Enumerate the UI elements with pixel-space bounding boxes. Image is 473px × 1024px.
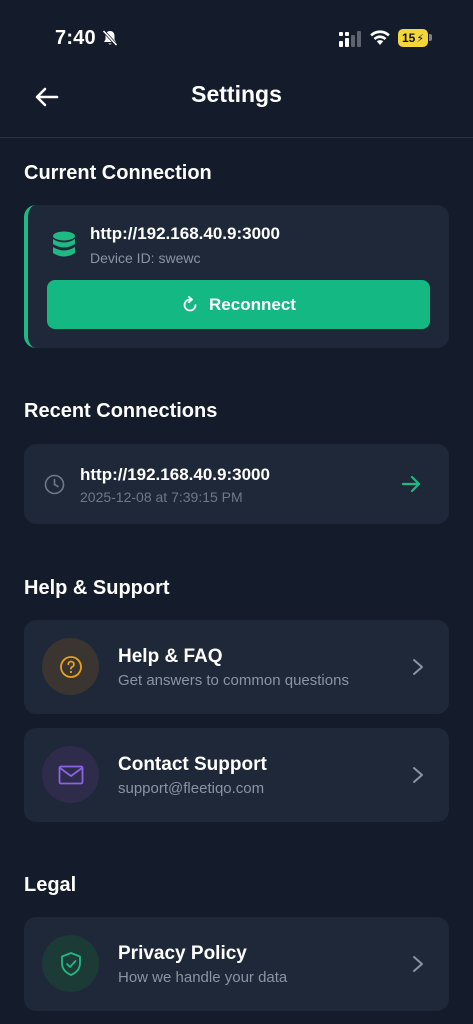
- status-time: 7:40: [55, 27, 96, 49]
- connection-url: http://192.168.40.9:3000: [90, 224, 280, 243]
- chevron-right-icon: [413, 956, 423, 972]
- shield-check-icon: [60, 951, 81, 976]
- question-icon: [59, 655, 82, 678]
- help-icon-circle: [42, 638, 99, 695]
- section-title-legal: Legal: [24, 874, 77, 896]
- page-title: Settings: [191, 81, 282, 107]
- section-title-current-connection: Current Connection: [24, 162, 212, 184]
- recent-connection-url: http://192.168.40.9:3000: [80, 465, 270, 484]
- charging-bolt-icon: ⚡: [416, 32, 425, 45]
- section-title-help-support: Help & Support: [24, 577, 170, 599]
- battery-level: 15: [401, 31, 416, 45]
- section-title-recent-connections: Recent Connections: [24, 400, 218, 422]
- bell-muted-icon: [102, 29, 118, 47]
- clock-icon: [44, 474, 65, 495]
- help-faq-item[interactable]: Help & FAQ Get answers to common questio…: [24, 620, 449, 714]
- recent-connection-timestamp: 2025-12-08 at 7:39:15 PM: [80, 489, 243, 505]
- device-id: Device ID: swewc: [90, 250, 201, 266]
- help-faq-subtitle: Get answers to common questions: [118, 672, 349, 689]
- contact-support-email: support@fleetiqo.com: [118, 780, 265, 797]
- battery-tip: [429, 34, 432, 41]
- chevron-right-icon: [413, 767, 423, 783]
- mail-icon: [58, 765, 83, 784]
- support-icon-circle: [42, 746, 99, 803]
- signal-icon: [339, 31, 361, 47]
- refresh-icon: [183, 295, 197, 311]
- database-icon: [53, 231, 75, 257]
- wifi-icon: [370, 30, 390, 45]
- reconnect-label: Reconnect: [209, 294, 296, 314]
- privacy-policy-title: Privacy Policy: [118, 943, 247, 964]
- contact-support-title: Contact Support: [118, 754, 267, 775]
- current-connection-card: http://192.168.40.9:3000 Device ID: swew…: [24, 205, 449, 348]
- chevron-right-icon: [413, 659, 423, 675]
- arrow-right-icon[interactable]: [401, 474, 421, 494]
- battery-indicator: 15 ⚡: [398, 29, 428, 47]
- help-faq-title: Help & FAQ: [118, 646, 223, 667]
- privacy-policy-subtitle: How we handle your data: [118, 969, 288, 986]
- privacy-policy-item[interactable]: Privacy Policy How we handle your data: [24, 917, 449, 1011]
- reconnect-button[interactable]: Reconnect: [47, 280, 430, 329]
- header: Settings: [0, 60, 473, 138]
- privacy-icon-circle: [42, 935, 99, 992]
- contact-support-item[interactable]: Contact Support support@fleetiqo.com: [24, 728, 449, 822]
- recent-connection-item[interactable]: http://192.168.40.9:3000 2025-12-08 at 7…: [24, 444, 449, 524]
